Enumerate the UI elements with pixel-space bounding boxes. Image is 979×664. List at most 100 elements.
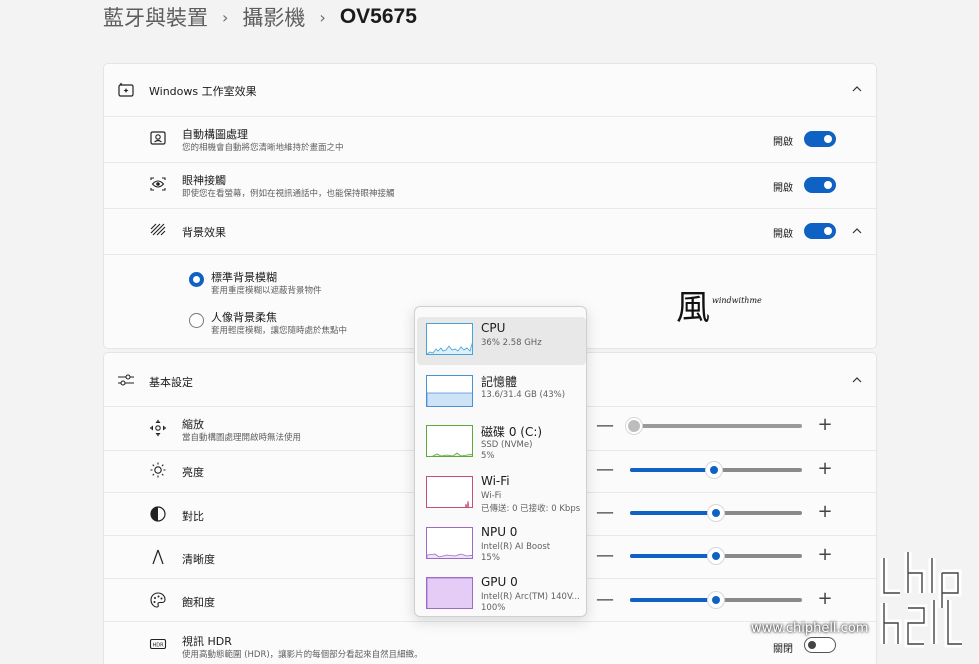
task-manager-item-detail: Wi-Fi [481, 491, 502, 501]
eye-contact-icon [149, 175, 167, 193]
slider-decrease-button[interactable]: — [596, 417, 614, 435]
slider-thumb[interactable] [707, 547, 725, 565]
slider-decrease-button[interactable]: — [596, 461, 614, 479]
task-manager-item[interactable]: GPU 0 Intel(R) Arc(TM) 140V... 100% [417, 571, 586, 619]
usage-graph [426, 323, 473, 355]
standard-blur-subtitle: 套用重度模糊以遮蔽背景物件 [211, 286, 322, 296]
usage-graph-line [430, 452, 472, 456]
portrait-blur-radio[interactable] [189, 313, 204, 328]
task-manager-item-detail: 100% [481, 603, 506, 613]
task-manager-item-detail: Intel(R) Arc(TM) 140V... [481, 592, 580, 602]
task-manager-popup: CPU 36% 2.58 GHz 記憶體 13.6/31.4 GB (43%) 磁碟 0… [414, 306, 587, 617]
palette-icon [149, 591, 167, 609]
divider [104, 116, 876, 117]
breadcrumb-separator: › [319, 7, 326, 27]
page-title: OV5675 [339, 5, 417, 28]
background-effects-toggle[interactable] [804, 223, 836, 239]
breadcrumb-cameras[interactable]: 攝影機 [242, 2, 305, 32]
task-manager-item[interactable]: 磁碟 0 (C:) SSD (NVMe) 5% [417, 419, 586, 467]
standard-blur-radio[interactable] [189, 272, 204, 287]
task-manager-item-detail: 13.6/31.4 GB (43%) [481, 390, 566, 400]
hdr-toggle[interactable] [804, 637, 836, 653]
task-manager-item-name: 磁碟 0 (C:) [481, 425, 543, 439]
task-manager-item-detail: SSD (NVMe) [481, 440, 533, 450]
chiphell-logo [880, 552, 962, 648]
zoom-title: 縮放 [182, 418, 204, 431]
auto-framing-state: 開啟 [773, 137, 793, 148]
task-manager-item[interactable]: CPU 36% 2.58 GHz [417, 317, 586, 365]
eye-contact-title: 眼神接觸 [182, 174, 226, 187]
hdr-title: 視訊 HDR [182, 635, 232, 648]
divider [104, 208, 876, 209]
eye-contact-toggle[interactable] [804, 177, 836, 193]
task-manager-item-name: 記憶體 [481, 375, 518, 389]
task-manager-item[interactable]: NPU 0 Intel(R) AI Boost 15% [417, 521, 586, 569]
chevron-up-icon[interactable] [850, 373, 864, 387]
divider [104, 254, 876, 255]
brightness-icon [149, 461, 167, 479]
task-manager-item[interactable]: Wi-Fi Wi-Fi 已傳送: 0 已接收: 0 Kbps [417, 470, 586, 518]
slider-increase-button[interactable]: + [816, 546, 834, 564]
windwithme-logo-text: windwithme [712, 296, 762, 305]
breadcrumb-separator: › [222, 7, 229, 27]
task-manager-item-name: Wi-Fi [481, 474, 510, 488]
task-manager-item-detail: 36% 2.58 GHz [481, 338, 542, 348]
zoom-subtitle: 當自動構圖處理開啟時無法使用 [182, 433, 302, 443]
slider-thumb[interactable] [625, 417, 643, 435]
chevron-up-icon[interactable] [850, 224, 864, 238]
slider-fill [630, 598, 716, 602]
slider-increase-button[interactable]: + [816, 460, 834, 478]
background-effects-title: 背景效果 [182, 226, 226, 239]
slider-fill [630, 511, 716, 515]
task-manager-item-detail: 已傳送: 0 已接收: 0 Kbps [481, 504, 581, 514]
hdr-subtitle: 使用高動態範圍 (HDR)，讓影片的每個部分看起來自然且細緻。 [182, 650, 423, 660]
auto-framing-subtitle: 您的相機會自動將您清晰地維持於畫面之中 [182, 143, 344, 153]
brightness-title: 亮度 [182, 466, 204, 479]
basic-settings-title: 基本設定 [149, 376, 193, 389]
slider-decrease-button[interactable]: — [596, 591, 614, 609]
slider-thumb[interactable] [707, 591, 725, 609]
eye-contact-subtitle: 即使您在看螢幕，例如在視訊通話中，也能保持眼神接觸 [182, 189, 395, 199]
sharpness-icon [149, 548, 167, 566]
task-manager-item-detail: Intel(R) AI Boost [481, 542, 551, 552]
portrait-blur-title: 人像背景柔焦 [211, 311, 277, 324]
zoom-icon [149, 419, 167, 437]
contrast-icon [149, 505, 167, 523]
auto-framing-toggle[interactable] [804, 131, 836, 147]
slider-decrease-button[interactable]: — [596, 504, 614, 522]
usage-graph [426, 375, 473, 407]
chevron-up-icon[interactable] [850, 82, 864, 96]
usage-graph-line [464, 500, 470, 507]
portrait-blur-subtitle: 套用輕度模糊，讓您隨時處於焦點中 [211, 326, 348, 336]
usage-graph-line [427, 578, 472, 608]
sharpness-title: 清晰度 [182, 553, 215, 566]
slider-track[interactable] [630, 424, 802, 428]
usage-graph [426, 527, 473, 559]
studio-effects-icon [117, 81, 135, 99]
slider-increase-button[interactable]: + [816, 590, 834, 608]
windwithme-logo: 風 [676, 288, 710, 328]
usage-graph-line [427, 342, 472, 354]
auto-framing-title: 自動構圖處理 [182, 128, 248, 141]
studio-effects-title: Windows 工作室效果 [149, 85, 257, 98]
background-effects-state: 開啟 [773, 229, 793, 240]
task-manager-item-name: NPU 0 [481, 525, 518, 539]
eye-contact-state: 開啟 [773, 183, 793, 194]
slider-increase-button[interactable]: + [816, 503, 834, 521]
breadcrumb-bluetooth[interactable]: 藍牙與裝置 [103, 2, 208, 32]
task-manager-item-detail: 15% [481, 553, 500, 563]
breadcrumb: 藍牙與裝置 › 攝影機 › OV5675 [103, 2, 417, 32]
svg-text:HDR: HDR [152, 642, 164, 648]
slider-decrease-button[interactable]: — [596, 547, 614, 565]
slider-increase-button[interactable]: + [816, 416, 834, 434]
task-manager-item-detail: 5% [481, 451, 495, 461]
hdr-state: 關閉 [773, 644, 793, 655]
usage-graph [426, 476, 473, 508]
contrast-title: 對比 [182, 510, 204, 523]
task-manager-item[interactable]: 記憶體 13.6/31.4 GB (43%) [417, 369, 586, 417]
divider [104, 162, 876, 163]
hdr-icon: HDR [149, 635, 167, 653]
slider-fill [630, 468, 715, 472]
slider-thumb[interactable] [707, 504, 725, 522]
usage-graph [426, 425, 473, 457]
